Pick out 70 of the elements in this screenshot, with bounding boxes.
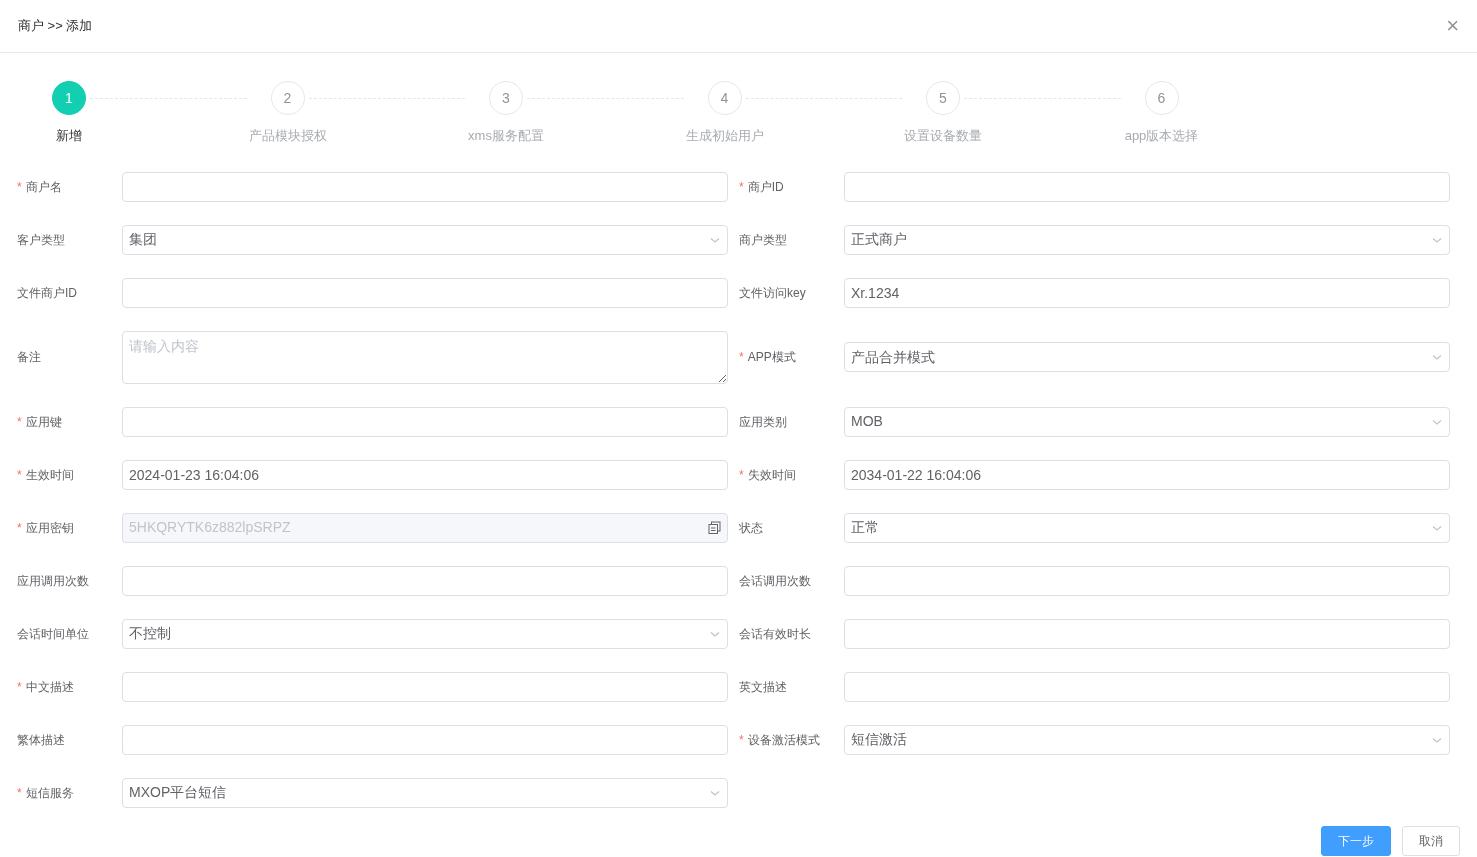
field-label: 中文描述 xyxy=(25,678,74,696)
field-label: 英文描述 xyxy=(739,678,787,696)
field-label: 设备激活模式 xyxy=(747,731,820,749)
field-label: 会话有效时长 xyxy=(739,625,811,643)
step-number: 5 xyxy=(926,81,960,115)
step-number: 4 xyxy=(707,81,742,115)
field-label: 应用键 xyxy=(25,413,62,431)
dialog-title: 商户 >> 添加 xyxy=(18,17,93,36)
input-field[interactable]: Xr.1234 xyxy=(844,277,1450,308)
required-marker: * xyxy=(17,784,22,802)
select-field[interactable]: 产品合并模式 xyxy=(844,342,1450,372)
step-number: 2 xyxy=(270,81,305,115)
required-marker: * xyxy=(17,519,22,537)
field-label: 商户类型 xyxy=(739,231,787,249)
input-field[interactable] xyxy=(122,671,728,702)
step-number: 1 xyxy=(52,81,86,115)
select-field[interactable]: MXOP平台短信 xyxy=(122,777,728,808)
field-label: 文件访问key xyxy=(739,284,806,302)
required-marker: * xyxy=(17,678,22,696)
field-label: 备注 xyxy=(17,349,41,366)
step-number: 3 xyxy=(489,81,523,115)
field-label: APP模式 xyxy=(747,349,796,366)
input-field[interactable] xyxy=(844,171,1450,202)
input-field[interactable]: 2034-01-22 16:04:06 xyxy=(844,459,1450,490)
required-marker: * xyxy=(17,466,22,484)
step-label: 设置设备数量 xyxy=(904,127,982,145)
input-field[interactable] xyxy=(122,406,728,437)
select-field[interactable]: 正常 xyxy=(844,512,1450,543)
input-field[interactable] xyxy=(122,565,728,596)
field-label: 生效时间 xyxy=(25,466,74,484)
input-field[interactable] xyxy=(844,671,1450,702)
step-label: 产品模块授权 xyxy=(248,127,327,145)
step-number: 6 xyxy=(1144,81,1179,115)
required-marker: * xyxy=(17,413,22,431)
step-label: app版本选择 xyxy=(1124,127,1199,145)
step-label: xms服务配置 xyxy=(468,127,544,145)
select-field[interactable]: 不控制 xyxy=(122,618,728,649)
field-label: 应用密钥 xyxy=(25,519,74,537)
field-label: 会话时间单位 xyxy=(17,625,89,643)
step-label: 生成初始用户 xyxy=(685,127,764,145)
field-label: 应用调用次数 xyxy=(17,572,89,590)
required-marker: * xyxy=(739,731,744,749)
field-label: 会话调用次数 xyxy=(739,572,811,590)
select-field[interactable]: 正式商户 xyxy=(844,224,1450,255)
select-field[interactable]: 集团 xyxy=(122,224,728,255)
textarea-field[interactable]: 请输入内容 xyxy=(122,330,728,384)
required-marker: * xyxy=(739,466,744,484)
select-field[interactable]: MOB xyxy=(844,406,1450,437)
copy-icon[interactable] xyxy=(708,521,721,534)
required-marker: * xyxy=(739,178,744,196)
field-label: 商户ID xyxy=(747,178,784,196)
field-label: 失效时间 xyxy=(747,466,796,484)
field-label: 文件商户ID xyxy=(17,284,77,302)
field-label: 繁体描述 xyxy=(17,731,65,749)
field-label: 客户类型 xyxy=(17,231,65,249)
field-label: 应用类别 xyxy=(739,413,787,431)
field-label: 状态 xyxy=(739,519,763,537)
input-field[interactable] xyxy=(122,171,728,202)
input-field[interactable] xyxy=(122,277,728,308)
select-field[interactable]: 短信激活 xyxy=(844,724,1450,755)
input-field[interactable] xyxy=(122,724,728,755)
cancel-button[interactable]: 取消 xyxy=(1402,825,1460,856)
required-marker: * xyxy=(17,178,22,196)
field-label: 短信服务 xyxy=(25,784,74,802)
input-field[interactable] xyxy=(844,565,1450,596)
step-label: 新增 xyxy=(56,127,82,145)
required-marker: * xyxy=(739,349,744,366)
field-label: 商户名 xyxy=(25,178,62,196)
input-field[interactable]: 2024-01-23 16:04:06 xyxy=(122,459,728,490)
input-field[interactable] xyxy=(844,618,1450,649)
